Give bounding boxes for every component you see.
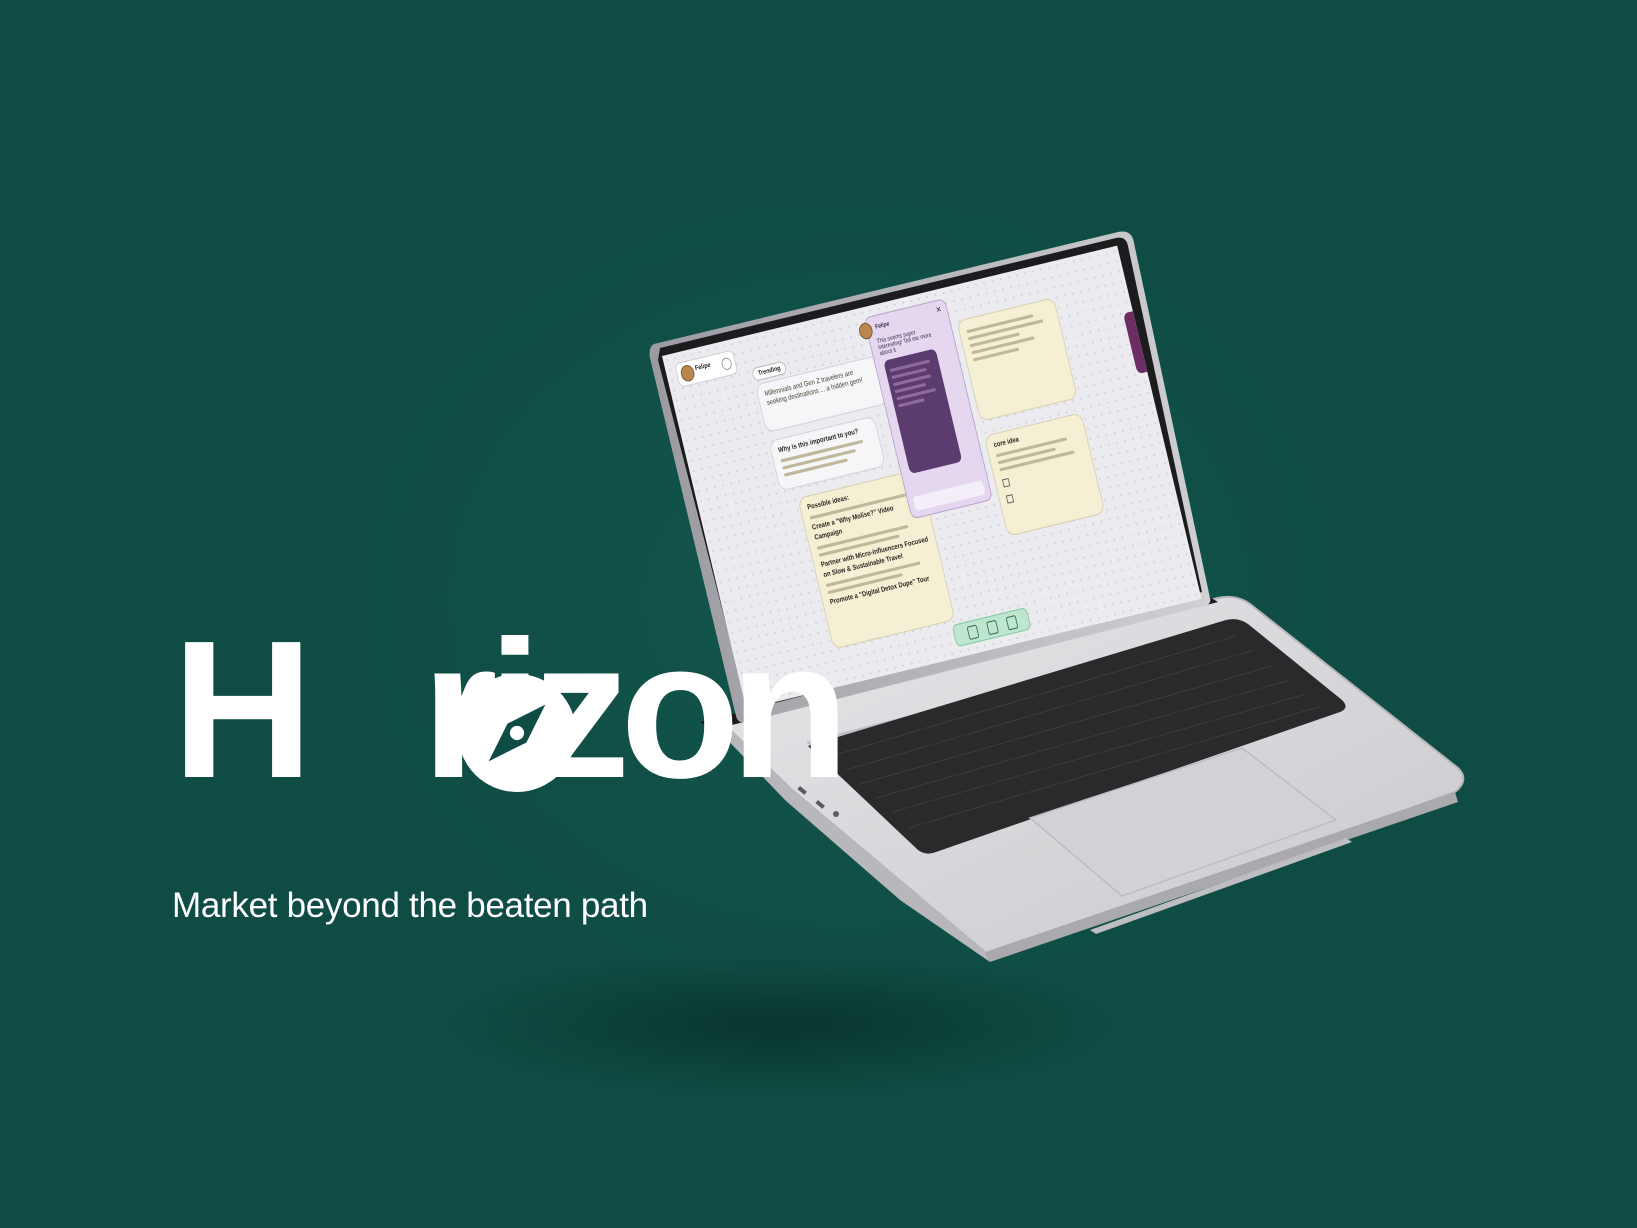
checkbox-1[interactable] xyxy=(1002,478,1011,489)
core-idea-title: core idea xyxy=(993,436,1020,450)
document-icon[interactable] xyxy=(986,619,999,636)
tagline: Market beyond the beaten path xyxy=(172,886,648,925)
chat-avatar xyxy=(857,321,875,341)
right-card-top xyxy=(956,297,1078,422)
chat-reply-lines xyxy=(889,358,943,408)
add-icon[interactable] xyxy=(720,356,733,372)
compass-icon xyxy=(458,674,576,792)
checkbox-2[interactable] xyxy=(1005,493,1015,504)
chat-user: Felipe xyxy=(874,321,891,331)
brand-wordmark: Hrizon xyxy=(172,600,850,819)
user-avatar xyxy=(679,363,697,383)
right-top-lines xyxy=(966,310,1056,362)
link-icon[interactable] xyxy=(1005,615,1019,631)
user-pill[interactable]: Felipe xyxy=(674,349,739,388)
user-name: Felipe xyxy=(694,361,712,373)
pen-icon[interactable] xyxy=(966,624,980,640)
canvas-toolbar xyxy=(951,607,1032,648)
chat-reply xyxy=(883,348,963,475)
chat-input[interactable] xyxy=(912,480,986,512)
close-icon[interactable]: ✕ xyxy=(935,305,943,315)
wordmark-first-letter: H xyxy=(172,600,314,819)
core-idea-card: core idea xyxy=(983,412,1106,537)
